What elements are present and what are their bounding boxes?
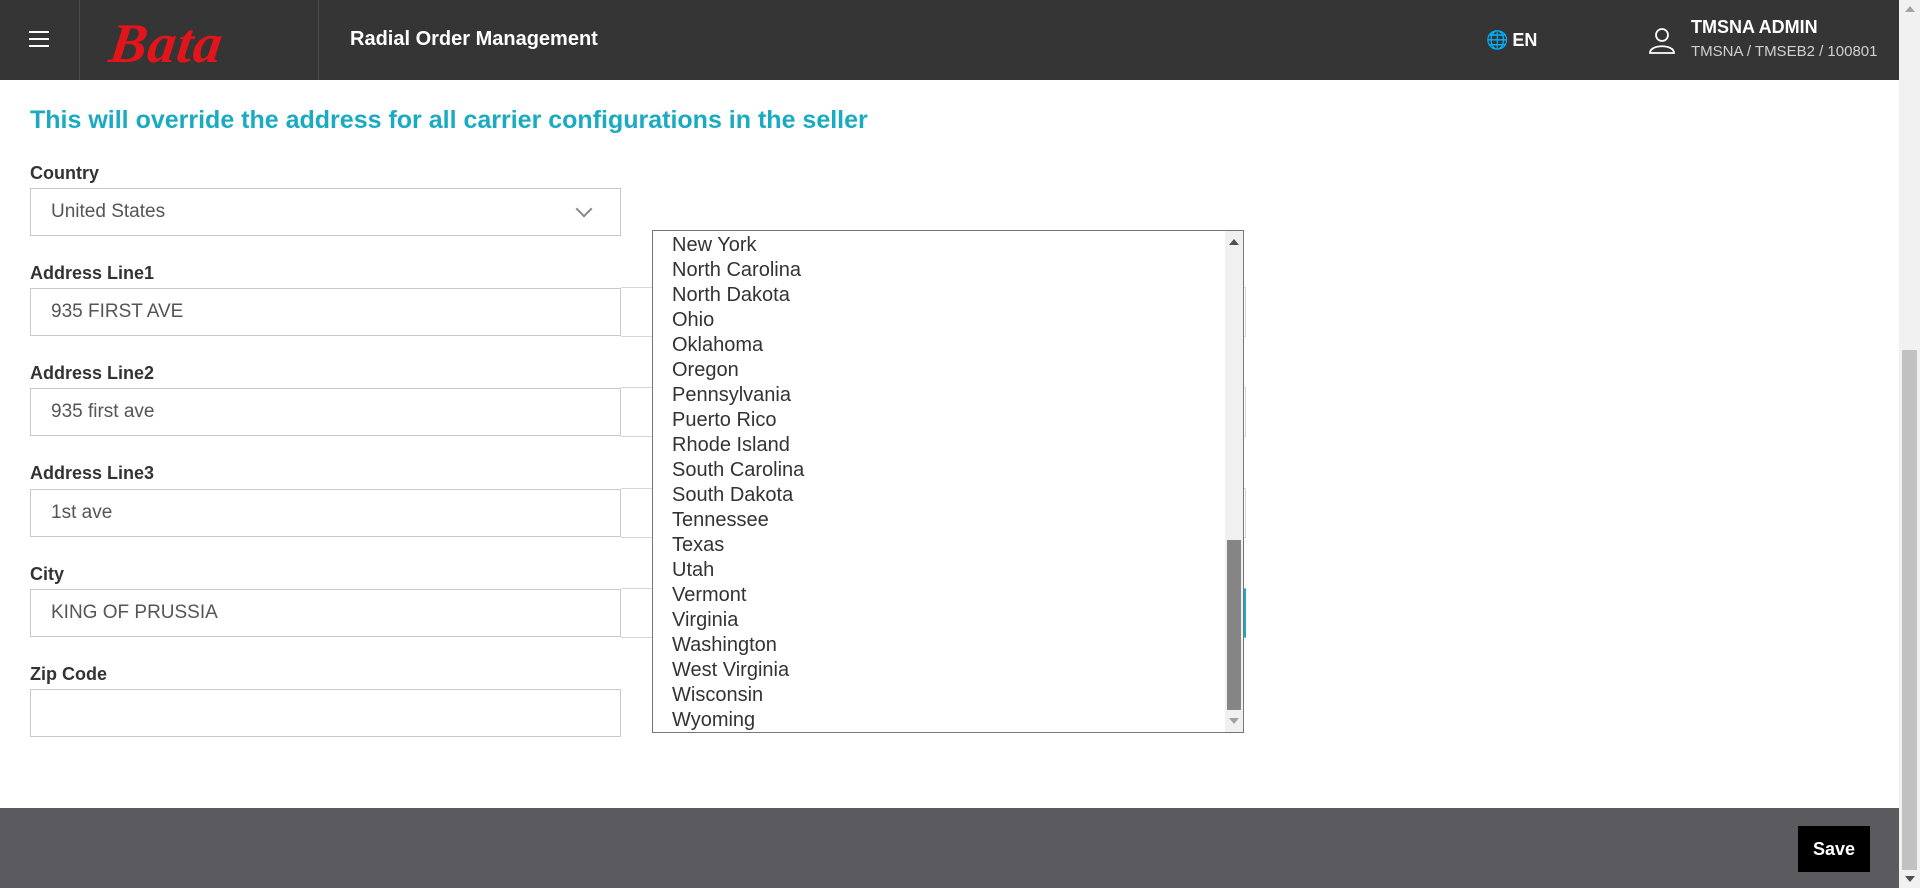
state-option[interactable]: Puerto Rico bbox=[653, 408, 1223, 433]
state-option[interactable]: Ohio bbox=[653, 308, 1223, 333]
scroll-up-arrow-icon[interactable] bbox=[1905, 6, 1915, 12]
page-scroll-thumb[interactable] bbox=[1902, 350, 1917, 870]
zip-code-label: Zip Code bbox=[30, 664, 107, 684]
save-button[interactable]: Save bbox=[1798, 826, 1870, 872]
globe-icon: 🌐 bbox=[1486, 29, 1509, 50]
state-option[interactable]: South Dakota bbox=[653, 483, 1223, 508]
brand-logo-text: Bata bbox=[105, 13, 228, 75]
hamburger-menu-button[interactable] bbox=[0, 0, 80, 80]
state-option[interactable]: Virginia bbox=[653, 608, 1223, 633]
hamburger-icon-bar bbox=[29, 38, 49, 40]
state-option[interactable]: Texas bbox=[653, 533, 1223, 558]
user-icon[interactable] bbox=[1648, 26, 1676, 54]
zip-code-input[interactable] bbox=[30, 689, 621, 737]
state-option[interactable]: West Virginia bbox=[653, 658, 1223, 683]
chevron-down-icon bbox=[575, 200, 593, 218]
state-option[interactable]: Pennsylvania bbox=[653, 383, 1223, 408]
country-label: Country bbox=[30, 163, 99, 183]
state-option[interactable]: Tennessee bbox=[653, 508, 1223, 533]
override-notice-heading: This will override the address for all c… bbox=[30, 106, 868, 134]
city-input[interactable]: KING OF PRUSSIA bbox=[30, 589, 621, 637]
action-footer bbox=[0, 808, 1899, 888]
state-option[interactable]: Wisconsin bbox=[653, 683, 1223, 708]
hamburger-icon bbox=[29, 31, 49, 33]
state-option[interactable]: Utah bbox=[653, 558, 1223, 583]
address-line3-label: Address Line3 bbox=[30, 463, 155, 483]
user-org-path: TMSNA / TMSEB2 / 100801 bbox=[1691, 43, 1878, 60]
state-dropdown-list[interactable]: New York North Carolina North Dakota Ohio Ok… bbox=[652, 230, 1244, 733]
address-line1-label: Address Line1 bbox=[30, 263, 155, 283]
scroll-down-arrow-icon[interactable] bbox=[1229, 718, 1239, 724]
state-option[interactable]: North Carolina bbox=[653, 258, 1223, 283]
address-line2-input[interactable]: 935 first ave bbox=[30, 388, 621, 436]
page-scrollbar[interactable] bbox=[1899, 0, 1920, 888]
state-option[interactable]: North Dakota bbox=[653, 283, 1223, 308]
state-option[interactable]: Wyoming bbox=[653, 708, 1223, 732]
state-option[interactable]: New York bbox=[653, 233, 1223, 258]
hamburger-icon-bar bbox=[29, 45, 49, 47]
app-title: Radial Order Management bbox=[350, 28, 598, 50]
dropdown-scroll-thumb[interactable] bbox=[1227, 540, 1241, 710]
brand-logo[interactable]: Bata bbox=[80, 0, 319, 80]
user-name: TMSNA ADMIN bbox=[1691, 17, 1818, 37]
language-selector[interactable]: 🌐 EN bbox=[1486, 28, 1537, 52]
address-line3-input[interactable]: 1st ave bbox=[30, 489, 621, 537]
address-line1-input[interactable]: 935 FIRST AVE bbox=[30, 288, 621, 336]
state-option[interactable]: Rhode Island bbox=[653, 433, 1223, 458]
address-line2-label: Address Line2 bbox=[30, 363, 155, 383]
country-select[interactable]: United States bbox=[30, 188, 621, 236]
state-option[interactable]: Oklahoma bbox=[653, 333, 1223, 358]
state-option[interactable]: Oregon bbox=[653, 358, 1223, 383]
top-navigation-bar: Bata Radial Order Management 🌐 EN TMSNA … bbox=[0, 0, 1899, 80]
language-code: EN bbox=[1512, 29, 1538, 50]
scroll-down-arrow-icon[interactable] bbox=[1905, 876, 1915, 882]
city-label: City bbox=[30, 564, 65, 584]
state-option[interactable]: Vermont bbox=[653, 583, 1223, 608]
state-options: New York North Carolina North Dakota Ohio Ok… bbox=[653, 233, 1223, 732]
dropdown-scrollbar[interactable] bbox=[1225, 231, 1243, 732]
scroll-up-arrow-icon[interactable] bbox=[1229, 239, 1239, 245]
state-option[interactable]: Washington bbox=[653, 633, 1223, 658]
state-option[interactable]: South Carolina bbox=[653, 458, 1223, 483]
country-selected-value: United States bbox=[51, 201, 166, 222]
